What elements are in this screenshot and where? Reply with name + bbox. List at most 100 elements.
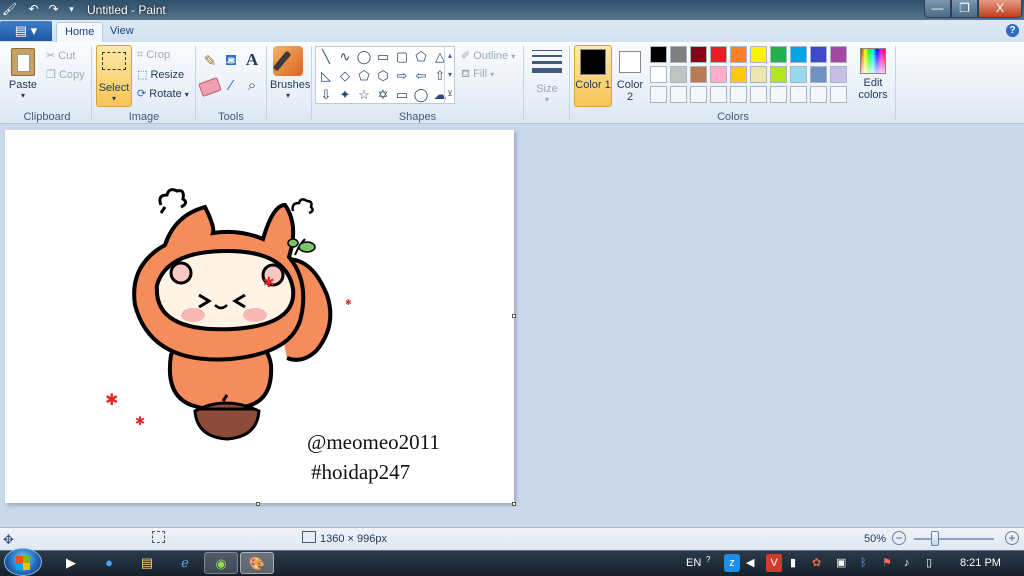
undo-icon[interactable]: ↶ <box>26 2 41 17</box>
custom-color-slot[interactable] <box>790 86 807 103</box>
rotate-button[interactable]: ⟳ Rotate ▾ <box>137 87 189 100</box>
custom-color-slot[interactable] <box>710 86 727 103</box>
maximize-button[interactable]: ❐ <box>951 0 978 18</box>
oval-shape-icon[interactable]: ◯ <box>355 48 373 66</box>
five-point-star-shape-icon[interactable]: ☆ <box>355 86 373 104</box>
fill-bucket-icon[interactable]: ⛾ <box>221 52 241 72</box>
zoom-out-button[interactable]: − <box>892 531 906 545</box>
palette-swatch[interactable] <box>710 66 727 83</box>
palette-swatch[interactable] <box>650 66 667 83</box>
copy-button[interactable]: ❐ Copy <box>46 68 85 81</box>
polygon-shape-icon[interactable]: ⬠ <box>412 48 430 66</box>
palette-swatch[interactable] <box>730 46 747 63</box>
app-tray-icon[interactable]: ✿ <box>812 554 821 572</box>
right-triangle-shape-icon[interactable]: ◺ <box>317 67 335 85</box>
oval-callout-shape-icon[interactable]: ◯ <box>412 86 430 104</box>
line-shape-icon[interactable]: ╲ <box>317 48 335 66</box>
quick-access-dropdown-icon[interactable]: ▾ <box>64 2 79 17</box>
zoom-taskbar-icon[interactable]: ● <box>92 552 126 574</box>
vivaldi-tray-icon[interactable]: V <box>766 554 782 572</box>
custom-color-slot[interactable] <box>690 86 707 103</box>
text-tool-icon[interactable]: A <box>242 50 262 70</box>
custom-color-slot[interactable] <box>770 86 787 103</box>
palette-swatch[interactable] <box>810 46 827 63</box>
clock[interactable]: 8:21 PM <box>960 554 1001 572</box>
help-icon[interactable]: ? <box>1006 24 1019 37</box>
zoom-slider-track[interactable] <box>914 538 994 540</box>
palette-swatch[interactable] <box>790 66 807 83</box>
start-button[interactable] <box>4 548 42 576</box>
size-button[interactable]: Size ▾ <box>530 46 564 106</box>
color2-button[interactable]: Color 2 <box>614 46 646 106</box>
palette-swatch[interactable] <box>650 46 667 63</box>
palette-swatch[interactable] <box>730 66 747 83</box>
curve-shape-icon[interactable]: ∿ <box>336 48 354 66</box>
custom-color-slot[interactable] <box>830 86 847 103</box>
volume-icon[interactable]: ◀ <box>746 554 754 572</box>
redo-icon[interactable]: ↷ <box>46 2 61 17</box>
color-picker-icon[interactable]: ⁄ <box>221 77 241 97</box>
palette-swatch[interactable] <box>690 66 707 83</box>
pentagon-shape-icon[interactable]: ⬠ <box>355 67 373 85</box>
zalo-tray-icon[interactable]: z <box>724 554 740 572</box>
right-arrow-shape-icon[interactable]: ⇨ <box>393 67 411 85</box>
internet-explorer-taskbar-icon[interactable]: ℯ <box>168 552 202 574</box>
palette-swatch[interactable] <box>830 66 847 83</box>
custom-color-slot[interactable] <box>670 86 687 103</box>
select-button[interactable]: Select ▾ <box>96 45 132 107</box>
rectangle-shape-icon[interactable]: ▭ <box>374 48 392 66</box>
resize-handle-bottom[interactable] <box>256 502 260 506</box>
left-arrow-shape-icon[interactable]: ⇦ <box>412 67 430 85</box>
palette-swatch[interactable] <box>750 66 767 83</box>
shapes-scroll[interactable]: ▴ ▾ ⊻ <box>444 46 455 104</box>
drawing-canvas[interactable]: ✱ ✱ ✱ ✱ @meomeo2011 #hoidap247 <box>5 130 514 503</box>
browser-taskbar-icon[interactable]: ◉ <box>204 552 238 574</box>
resize-handle-right[interactable] <box>512 314 516 318</box>
palette-swatch[interactable] <box>750 46 767 63</box>
palette-swatch[interactable] <box>690 46 707 63</box>
custom-color-slot[interactable] <box>650 86 667 103</box>
zoom-in-button[interactable]: + <box>1005 531 1019 545</box>
palette-swatch[interactable] <box>830 46 847 63</box>
magnifier-icon[interactable]: ⌕ <box>242 77 262 97</box>
fill-button[interactable]: ⛾ Fill ▾ <box>461 68 494 82</box>
battery-icon[interactable]: ▯ <box>926 554 932 572</box>
bluetooth-icon[interactable]: ᛒ <box>860 554 867 572</box>
outline-button[interactable]: ✐ Outline ▾ <box>461 49 515 62</box>
cut-button[interactable]: ✂ Cut <box>46 49 75 62</box>
hexagon-shape-icon[interactable]: ⬡ <box>374 67 392 85</box>
flag-icon[interactable]: ⚑ <box>882 554 892 572</box>
network-icon[interactable]: ▣ <box>836 554 846 572</box>
down-arrow-shape-icon[interactable]: ⇩ <box>317 86 335 104</box>
custom-color-slot[interactable] <box>730 86 747 103</box>
diamond-shape-icon[interactable]: ◇ <box>336 67 354 85</box>
palette-swatch[interactable] <box>810 66 827 83</box>
custom-color-slot[interactable] <box>750 86 767 103</box>
crop-button[interactable]: ⌗ Crop <box>137 49 170 62</box>
tab-view[interactable]: View <box>102 22 142 42</box>
resize-button[interactable]: ⬚ Resize <box>137 68 184 81</box>
zoom-slider-thumb[interactable] <box>931 531 939 546</box>
pencil-icon[interactable]: ✎ <box>200 52 220 72</box>
close-button[interactable]: X <box>978 0 1022 18</box>
palette-swatch[interactable] <box>790 46 807 63</box>
paint-app-icon[interactable]: 🖌 <box>2 2 17 17</box>
four-point-star-shape-icon[interactable]: ✦ <box>336 86 354 104</box>
color1-button[interactable]: Color 1 <box>574 45 612 107</box>
minimize-button[interactable]: — <box>924 0 951 18</box>
signal-icon[interactable]: ▮ <box>790 554 796 572</box>
tab-home[interactable]: Home <box>56 22 104 42</box>
palette-swatch[interactable] <box>770 46 787 63</box>
edit-colors-button[interactable]: Edit colors <box>856 46 890 106</box>
palette-swatch[interactable] <box>670 66 687 83</box>
language-indicator[interactable]: EN <box>686 554 701 572</box>
palette-swatch[interactable] <box>710 46 727 63</box>
paste-button[interactable]: Paste ▾ <box>6 46 40 106</box>
speaker-icon[interactable]: ♪ <box>904 554 910 572</box>
palette-swatch[interactable] <box>670 46 687 63</box>
rounded-rectangle-shape-icon[interactable]: ▢ <box>393 48 411 66</box>
paint-taskbar-icon[interactable]: 🎨 <box>240 552 274 574</box>
rect-callout-shape-icon[interactable]: ▭ <box>393 86 411 104</box>
brushes-button[interactable]: Brushes ▾ <box>270 46 310 106</box>
palette-swatch[interactable] <box>770 66 787 83</box>
